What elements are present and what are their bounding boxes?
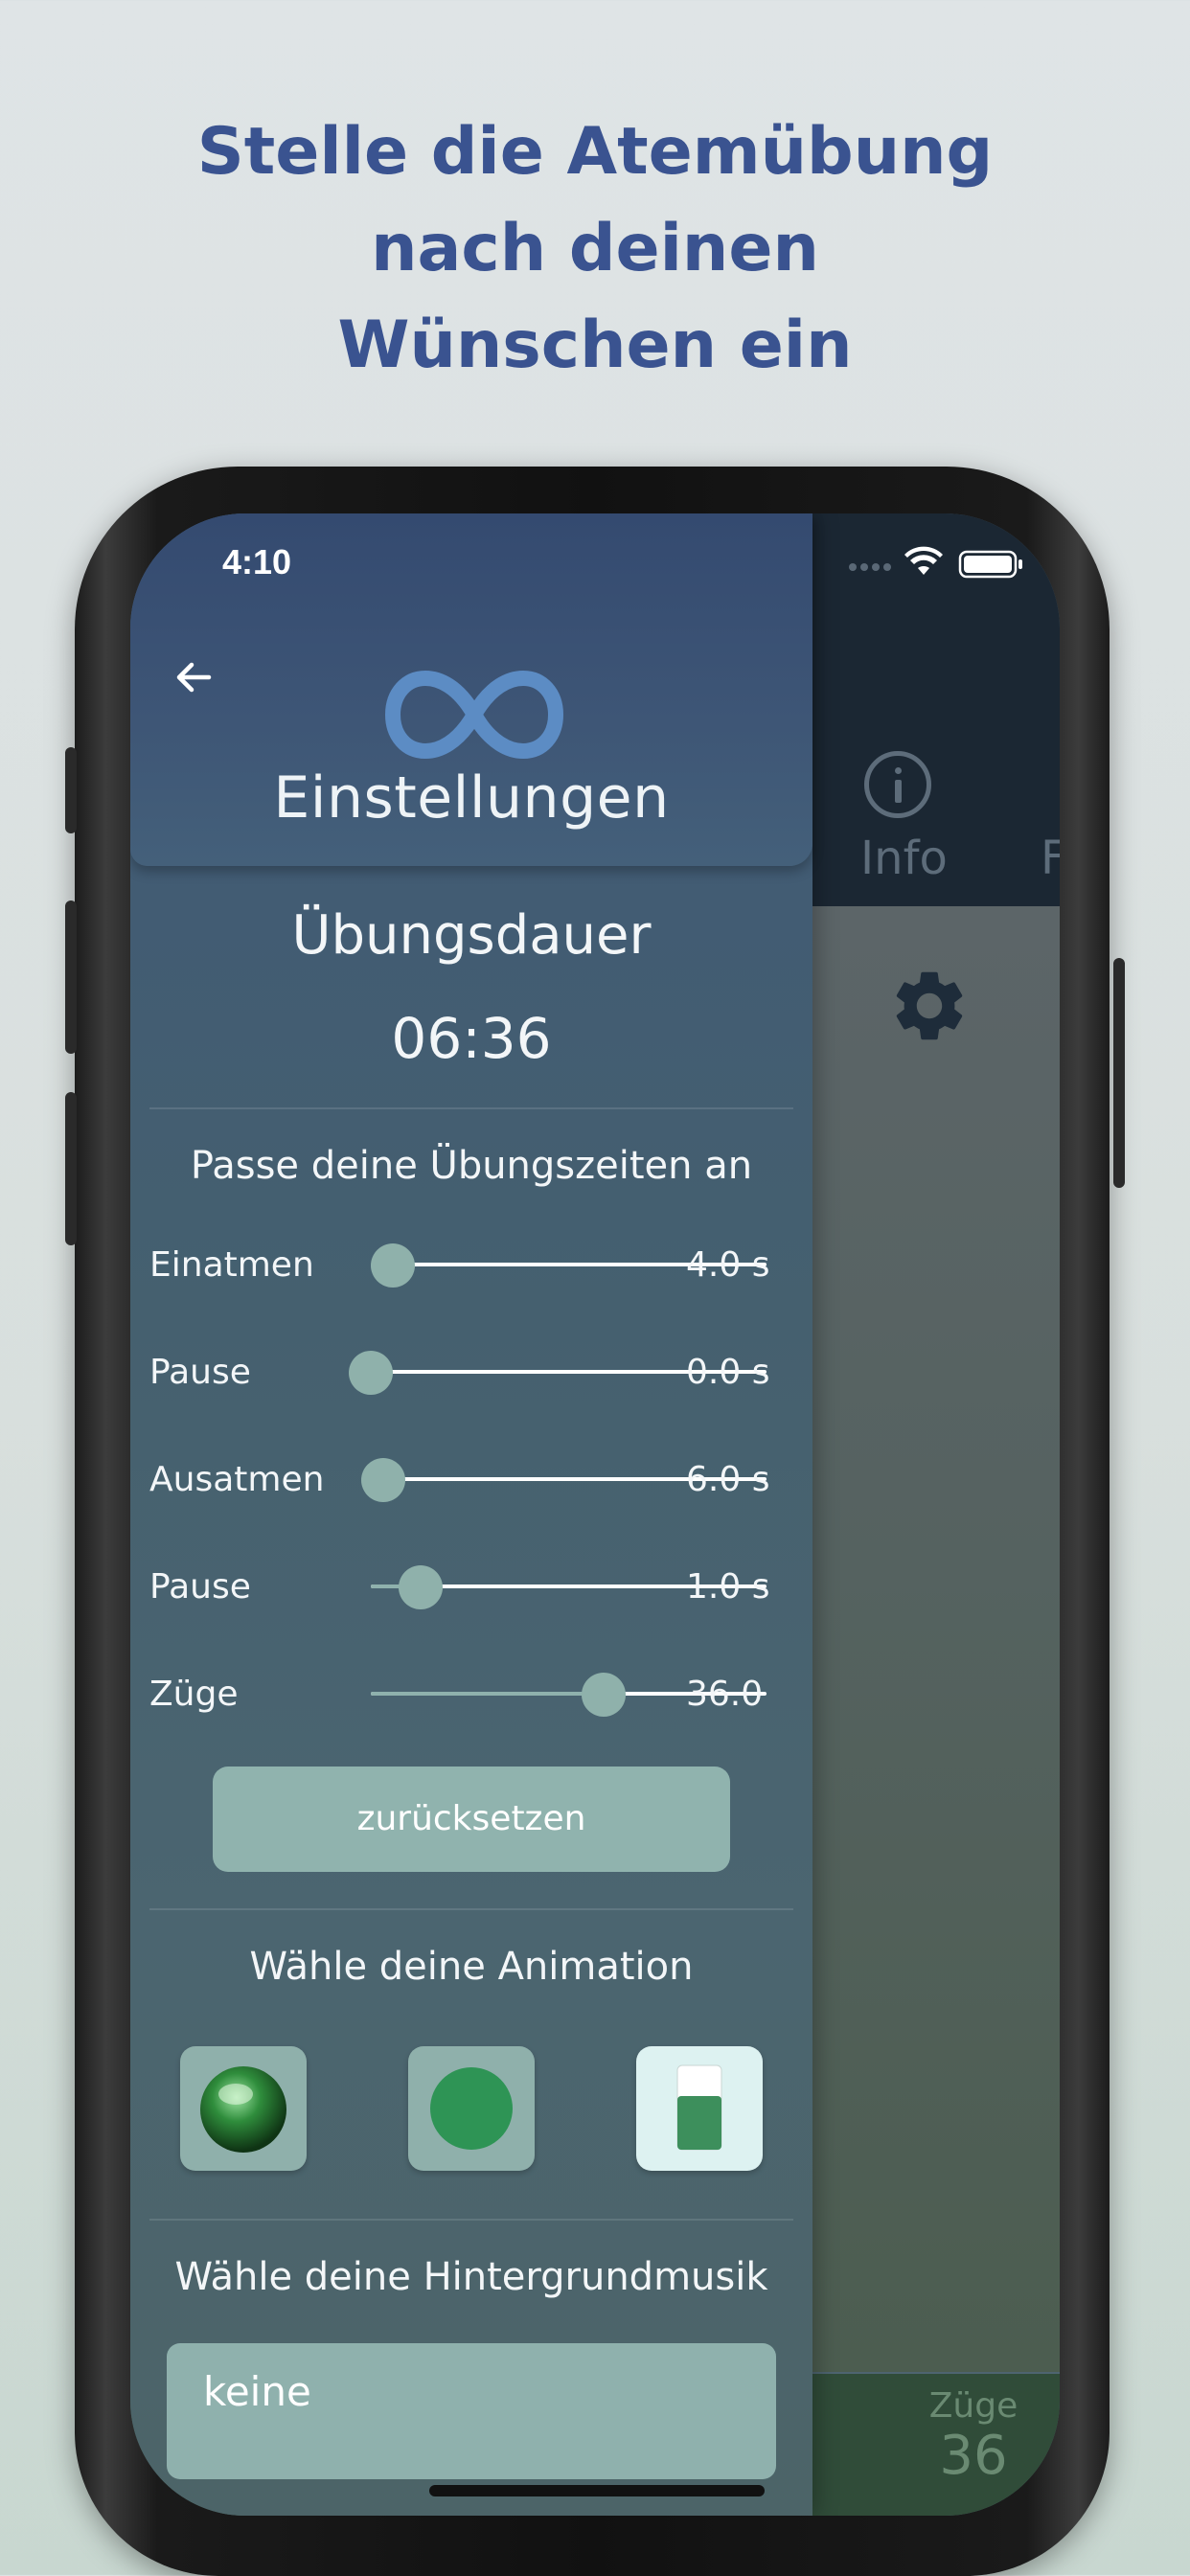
back-arrow-icon[interactable] (171, 653, 218, 701)
slider-label-pause-1: Pause (149, 1353, 251, 1392)
battery-icon (958, 550, 1022, 579)
slider-thumb[interactable] (349, 1351, 393, 1395)
slider-value-pause-1: 0.0 s (686, 1353, 770, 1392)
background-zuege-label: Züge (928, 2386, 1018, 2426)
reset-button[interactable]: zurücksetzen (213, 1767, 730, 1872)
settings-drawer: Einstellungen Übungsdauer 06:36 Passe de… (130, 513, 812, 2516)
circle-animation-icon (430, 2067, 513, 2150)
slider-value-pause-2: 1.0 s (686, 1567, 770, 1607)
sphere-animation-icon (200, 2066, 286, 2153)
headline-line-1: Stelle die Atemübung (196, 114, 994, 190)
headline-line-3: Wünschen ein (337, 308, 853, 383)
animation-option-sphere[interactable] (180, 2046, 307, 2171)
slider-value-einatmen: 4.0 s (686, 1245, 770, 1285)
slider-label-pause-2: Pause (149, 1567, 251, 1607)
volume-up-button (65, 900, 77, 1054)
slider-thumb[interactable] (399, 1565, 443, 1609)
slider-label-ausatmen: Ausatmen (149, 1460, 325, 1499)
divider (149, 2219, 793, 2221)
slider-thumb[interactable] (371, 1243, 415, 1288)
partial-tab-label[interactable]: F (1041, 832, 1060, 885)
gear-icon[interactable] (887, 964, 972, 1048)
info-icon[interactable] (864, 751, 931, 818)
power-button (1113, 958, 1125, 1188)
animation-option-circle[interactable] (408, 2046, 535, 2171)
home-indicator (429, 2485, 765, 2496)
slider-label-zuege: Züge (149, 1675, 239, 1714)
slider-track-filled (371, 1692, 604, 1696)
headline-line-2: nach deinen (371, 211, 819, 286)
duration-label: Übungsdauer (291, 904, 652, 967)
slider-label-einatmen: Einatmen (149, 1245, 314, 1285)
status-icons (849, 546, 1022, 579)
signal-icon (849, 563, 891, 571)
bar-animation-icon (676, 2064, 722, 2151)
mute-switch (65, 747, 77, 833)
info-tab-label[interactable]: Info (860, 832, 948, 885)
headline: Stelle die Atemübung nach deinen Wünsche… (0, 103, 1190, 394)
status-time: 4:10 (222, 542, 292, 581)
music-select[interactable]: keine (167, 2343, 776, 2479)
animation-option-bar[interactable] (636, 2046, 763, 2171)
divider (149, 1107, 793, 1109)
phone-screen: Info F Züge 36 4:10 Einstellungen Übungs… (130, 513, 1060, 2516)
infinity-logo-icon (384, 670, 564, 760)
slider-thumb[interactable] (361, 1458, 405, 1502)
duration-value: 06:36 (391, 1006, 552, 1071)
divider (149, 1908, 793, 1910)
times-section-title: Passe deine Übungszeiten an (190, 1144, 753, 1188)
animation-section-title: Wähle deine Animation (249, 1945, 694, 1989)
drawer-title: Einstellungen (273, 764, 670, 832)
slider-value-zuege: 36.0 (686, 1675, 764, 1714)
slider-thumb[interactable] (582, 1673, 626, 1717)
wifi-icon (904, 546, 943, 575)
background-zuege-value: 36 (939, 2425, 1008, 2487)
music-section-title: Wähle deine Hintergrundmusik (174, 2255, 768, 2299)
volume-down-button (65, 1092, 77, 1245)
music-select-value: keine (203, 2368, 311, 2415)
slider-value-ausatmen: 6.0 s (686, 1460, 770, 1499)
